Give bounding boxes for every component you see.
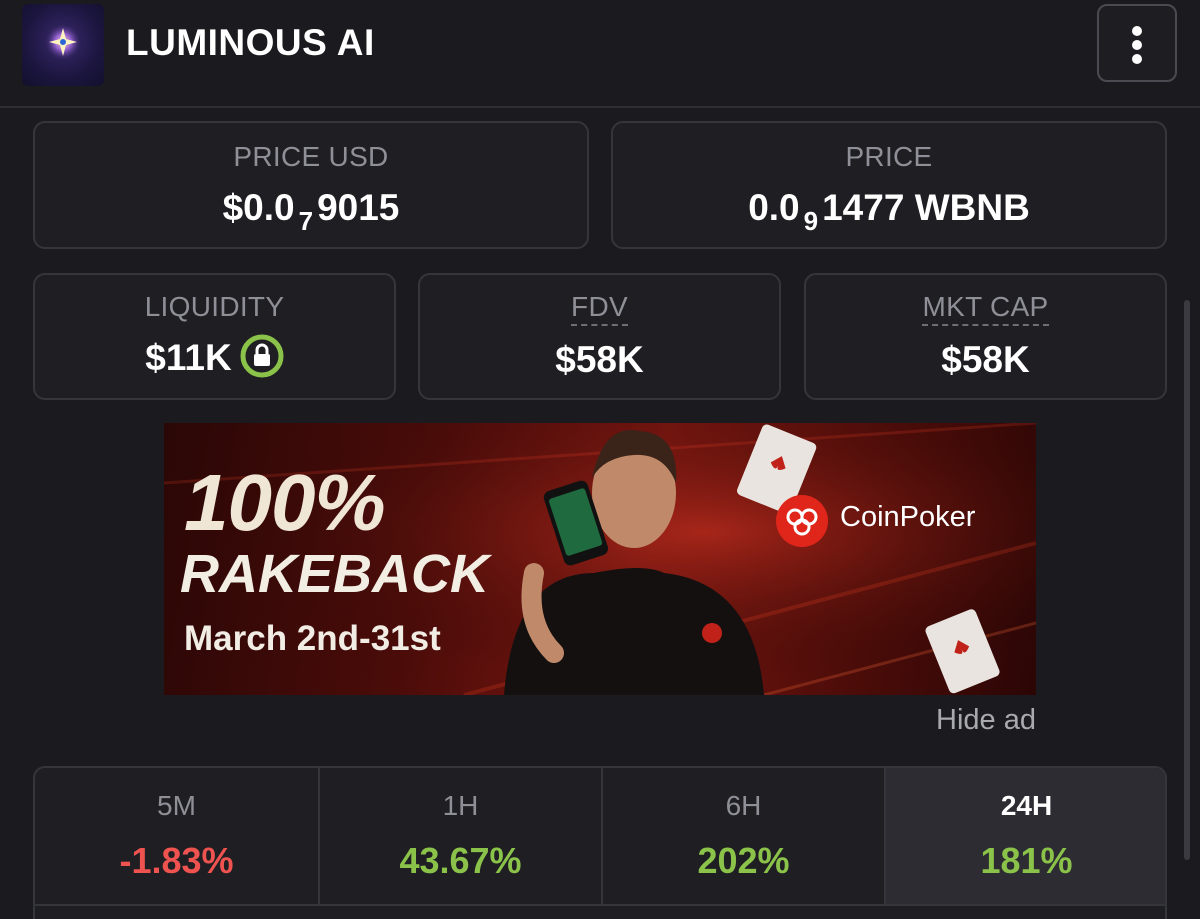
timeframe-tabs: 5M -1.83% 1H 43.67% 6H 202% 24H 181% (33, 766, 1167, 919)
fdv-value: $58K (555, 339, 644, 380)
price-native-suffix: 1477 WBNB (822, 187, 1030, 228)
fdv-card: FDV $58K (418, 273, 781, 400)
price-usd-zero-count: 7 (298, 206, 314, 236)
luminous-star-logo-icon (22, 4, 104, 86)
more-vertical-icon-dot (1132, 40, 1142, 50)
liquidity-value-row: $11K (35, 334, 394, 382)
price-usd-suffix: 9015 (317, 187, 400, 228)
token-page: LUMINOUS AI PRICE USD $0.0 7 9015 PRICE 0.… (0, 0, 1200, 919)
tab-change-value: -1.83% (119, 840, 234, 881)
liquidity-value: $11K (145, 337, 232, 378)
tab-24h[interactable]: 24H 181% (884, 768, 1165, 904)
ad-subheadline: RAKEBACK (180, 544, 489, 604)
tab-5m[interactable]: 5M -1.83% (35, 768, 318, 904)
hide-ad-link[interactable]: Hide ad (900, 704, 1036, 737)
ad-headline: 100% (184, 458, 386, 547)
ad-banner[interactable]: 100% RAKEBACK March 2nd-31st CoinPoker (164, 423, 1036, 695)
tab-change-value: 43.67% (399, 840, 522, 881)
tab-label: 6H (725, 790, 762, 821)
tab-label: 24H (1000, 790, 1053, 821)
more-vertical-icon-dot (1132, 54, 1142, 64)
mkt-cap-label[interactable]: MKT CAP (806, 291, 1165, 326)
coinpoker-logo-icon (776, 495, 828, 547)
page-scrollbar[interactable] (1184, 300, 1190, 860)
fdv-label[interactable]: FDV (420, 291, 779, 326)
tabs-divider (35, 904, 1165, 906)
price-usd-value: $0.0 7 9015 (35, 187, 587, 236)
price-usd-label: PRICE USD (233, 141, 389, 172)
tab-label: 5M (157, 790, 196, 821)
more-vertical-icon (1132, 26, 1142, 36)
price-native-prefix: 0.0 (748, 187, 800, 228)
price-native-value: 0.0 9 1477 WBNB (613, 187, 1165, 236)
tab-label: 1H (442, 790, 479, 821)
ad-brand-name: CoinPoker (840, 501, 976, 533)
more-menu-button[interactable] (1097, 4, 1177, 82)
ad-dates: March 2nd-31st (184, 619, 441, 658)
tab-6h[interactable]: 6H 202% (601, 768, 884, 904)
token-header: LUMINOUS AI (0, 0, 1200, 108)
liquidity-label: LIQUIDITY (144, 291, 285, 322)
price-native-card: PRICE 0.0 9 1477 WBNB (611, 121, 1167, 249)
token-name: LUMINOUS AI (126, 22, 375, 63)
lock-icon[interactable] (240, 334, 284, 378)
tab-change-value: 202% (697, 840, 790, 881)
mkt-cap-label-text: MKT CAP (922, 291, 1049, 326)
mkt-cap-value: $58K (941, 339, 1030, 380)
mkt-cap-card: MKT CAP $58K (804, 273, 1167, 400)
tab-1h[interactable]: 1H 43.67% (318, 768, 601, 904)
liquidity-card: LIQUIDITY $11K (33, 273, 396, 400)
fdv-label-text: FDV (571, 291, 628, 326)
price-usd-card: PRICE USD $0.0 7 9015 (33, 121, 589, 249)
tab-change-value: 181% (980, 840, 1073, 881)
price-native-label: PRICE (845, 141, 933, 172)
price-usd-prefix: $0.0 (222, 187, 295, 228)
price-native-zero-count: 9 (803, 206, 819, 236)
